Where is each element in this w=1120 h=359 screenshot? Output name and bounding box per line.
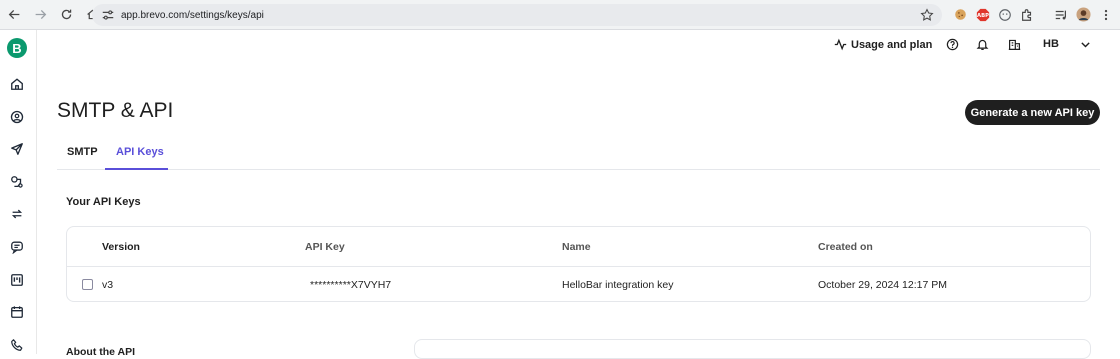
cookie-extension-icon[interactable] <box>953 7 968 22</box>
site-settings-icon[interactable] <box>101 8 115 22</box>
table-divider <box>67 266 1090 267</box>
sidebar-contacts-icon[interactable] <box>8 108 26 126</box>
sidebar-conversations-icon[interactable] <box>8 238 26 256</box>
svg-text:ABP: ABP <box>977 13 989 19</box>
column-header-name: Name <box>562 241 591 253</box>
sidebar-transactional-icon[interactable] <box>8 205 26 223</box>
active-tab-indicator <box>105 168 168 170</box>
address-bar[interactable]: app.brevo.com/settings/keys/api <box>92 4 942 26</box>
sidebar-campaigns-icon[interactable] <box>8 140 26 158</box>
url-text[interactable]: app.brevo.com/settings/keys/api <box>121 10 264 21</box>
about-api-card <box>414 339 1091 359</box>
row-select-checkbox[interactable] <box>82 279 93 290</box>
usage-and-plan-label: Usage and plan <box>851 38 933 51</box>
row-key-name: HelloBar integration key <box>562 279 674 291</box>
sidebar-calendar-icon[interactable] <box>8 303 26 321</box>
browser-toolbar: app.brevo.com/settings/keys/api ABP <box>0 0 1120 30</box>
tab-api-keys[interactable]: API Keys <box>116 146 164 158</box>
sidebar-automations-icon[interactable] <box>8 173 26 191</box>
sidebar-phone-icon[interactable] <box>8 336 26 354</box>
bookmark-star-icon[interactable] <box>920 8 934 22</box>
extensions-puzzle-icon[interactable] <box>1019 7 1034 22</box>
user-initials[interactable]: HB <box>1043 38 1059 50</box>
sidebar-deals-icon[interactable] <box>8 271 26 289</box>
adblock-extension-icon[interactable]: ABP <box>975 7 990 22</box>
row-created-on: October 29, 2024 12:17 PM <box>818 279 947 291</box>
media-controls-icon[interactable] <box>1053 7 1068 22</box>
tab-smtp[interactable]: SMTP <box>67 146 98 158</box>
account-menu-chevron-icon[interactable] <box>1079 38 1092 51</box>
about-api-title: About the API <box>66 346 136 358</box>
column-header-version: Version <box>102 241 140 253</box>
reload-icon[interactable] <box>57 6 75 24</box>
settings-tabs: SMTP API Keys <box>57 140 1100 170</box>
column-header-api-key: API Key <box>305 241 345 253</box>
back-icon[interactable] <box>5 6 23 24</box>
browser-menu-icon[interactable] <box>1098 7 1113 22</box>
sidebar: B <box>0 30 37 354</box>
activity-icon <box>834 38 847 51</box>
row-version: v3 <box>102 279 114 291</box>
column-header-created-on: Created on <box>818 241 873 253</box>
brevo-logo[interactable]: B <box>7 38 27 58</box>
row-api-key: **********X7VYH7 <box>310 279 392 291</box>
api-keys-section-title: Your API Keys <box>66 196 141 208</box>
usage-and-plan-link[interactable]: Usage and plan <box>834 38 932 51</box>
forward-icon[interactable] <box>31 6 49 24</box>
help-icon[interactable] <box>946 38 959 51</box>
page-title: SMTP & API <box>57 99 174 122</box>
api-keys-table: Version API Key Name Created on v3 *****… <box>66 226 1091 302</box>
organization-icon[interactable] <box>1008 38 1021 51</box>
profile-avatar-icon[interactable] <box>1076 7 1091 22</box>
notifications-bell-icon[interactable] <box>976 38 989 51</box>
face-extension-icon[interactable] <box>997 7 1012 22</box>
sidebar-home-icon[interactable] <box>8 75 26 93</box>
generate-api-key-button[interactable]: Generate a new API key <box>965 100 1100 125</box>
